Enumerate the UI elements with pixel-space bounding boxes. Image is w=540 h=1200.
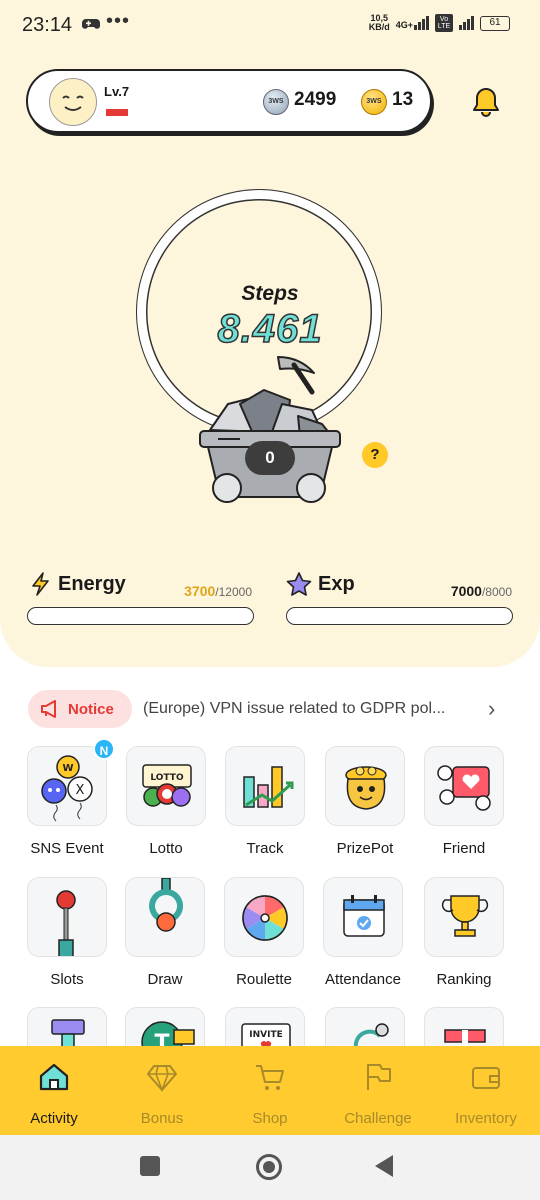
new-badge: N: [93, 738, 115, 760]
grid-label: Draw: [147, 971, 183, 988]
back-button[interactable]: [375, 1155, 393, 1177]
grid-draw[interactable]: Draw: [115, 877, 215, 988]
exp-bar: [286, 607, 513, 625]
profile-bar[interactable]: Lv.7 3WS 2499 3WS 13: [26, 69, 432, 133]
friend-heart-icon: [437, 765, 491, 811]
grid-label: SNS Event: [30, 840, 104, 857]
sns-event-tile[interactable]: W X: [27, 746, 107, 826]
home-button[interactable]: [256, 1154, 282, 1180]
avatar[interactable]: [49, 78, 97, 126]
volte-icon: Vo LTE: [435, 14, 453, 32]
roulette-wheel-icon: [242, 895, 288, 941]
notice-button[interactable]: Notice: [28, 690, 132, 728]
calendar-check-icon: [343, 895, 385, 937]
grid-ranking[interactable]: Ranking: [414, 877, 514, 988]
claw-icon: [149, 878, 184, 932]
slot-lever-icon: [56, 890, 76, 956]
gold-coin-count: 13: [392, 89, 414, 110]
grid-track[interactable]: Track: [215, 746, 315, 857]
attendance-tile[interactable]: [323, 877, 403, 957]
silver-coin-count: 2499: [294, 89, 337, 110]
signal-icon-2: [459, 16, 474, 30]
nav-activity[interactable]: Activity: [0, 1046, 108, 1135]
nav-bonus[interactable]: Bonus: [108, 1046, 216, 1135]
grid-attendance[interactable]: Attendance: [313, 877, 413, 988]
diamond-icon: [147, 1065, 177, 1092]
energy-bar: [27, 607, 254, 625]
status-right: 10,5 KB/d 4G+ Vo LTE 61: [369, 14, 510, 32]
track-tile[interactable]: [225, 746, 305, 826]
grid-slots[interactable]: Slots: [17, 877, 117, 988]
cart-count: 0: [245, 441, 295, 475]
star-icon: [286, 572, 312, 596]
grid-label: PrizePot: [336, 840, 394, 857]
grid-prizepot[interactable]: PrizePot: [315, 746, 415, 857]
svg-text:INVITE: INVITE: [249, 1030, 282, 1040]
grid-label: Track: [246, 840, 284, 857]
wallet-icon: [472, 1067, 500, 1089]
lightning-icon: [32, 572, 49, 596]
megaphone-icon: [41, 700, 56, 718]
gamepad-icon: [82, 19, 100, 29]
svg-text:W: W: [62, 763, 73, 774]
lotto-icon: LOTTO: [142, 764, 192, 807]
exp-label: Exp: [286, 572, 355, 596]
bottom-nav: Activity Bonus Shop Challenge Inventory: [0, 1046, 540, 1135]
status-more-icon: •••: [106, 10, 131, 32]
system-nav-bar: [0, 1135, 540, 1200]
slots-tile[interactable]: [27, 877, 107, 957]
grid-label: Lotto: [149, 840, 183, 857]
grid-friend[interactable]: Friend: [414, 746, 514, 857]
mine-cart-icon[interactable]: [190, 352, 350, 507]
help-icon[interactable]: ?: [362, 442, 388, 468]
prize-pot-icon: [345, 766, 387, 810]
gold-coin-icon: 3WS: [361, 89, 387, 115]
steps-value: 8.461: [217, 306, 323, 352]
country-flag-icon: [106, 109, 128, 116]
hero-panel: Lv.7 3WS 2499 3WS 13 Steps 8.461 0 ? Ene…: [0, 52, 540, 667]
status-bar: 23:14 ••• 10,5 KB/d 4G+ Vo LTE 61: [0, 0, 540, 52]
smiley-avatar-icon: [62, 95, 84, 111]
nav-challenge[interactable]: Challenge: [324, 1046, 432, 1135]
sns-event-icon: W X: [41, 755, 93, 822]
grid-label: Friend: [442, 840, 486, 857]
grid-label: Ranking: [436, 971, 492, 988]
user-level: Lv.7: [104, 84, 130, 99]
silver-coin-icon: 3WS: [263, 89, 289, 115]
flag-icon: [367, 1064, 391, 1090]
track-chart-icon: [243, 766, 294, 808]
grid-lotto[interactable]: LOTTO Lotto: [116, 746, 216, 857]
steps-label: Steps: [241, 282, 299, 305]
svg-text:LOTTO: LOTTO: [150, 773, 184, 783]
notice-text[interactable]: (Europe) VPN issue related to GDPR pol..…: [143, 700, 445, 718]
friend-tile[interactable]: [424, 746, 504, 826]
grid-label: Roulette: [236, 971, 292, 988]
exp-value: 7000/8000: [450, 583, 512, 599]
status-time: 23:14: [22, 14, 73, 36]
bell-icon[interactable]: [471, 86, 501, 118]
grid-label: Slots: [50, 971, 84, 988]
grid-label: Attendance: [325, 971, 401, 988]
energy-label: Energy: [30, 572, 126, 596]
trophy-icon: [441, 895, 489, 937]
grid-sns-event[interactable]: W X SNS Event: [17, 746, 117, 857]
chevron-right-icon[interactable]: ›: [488, 696, 495, 722]
energy-value: 3700/12000: [184, 583, 252, 599]
grid-roulette[interactable]: Roulette: [214, 877, 314, 988]
network-speed: 10,5 KB/d: [368, 13, 390, 32]
ranking-tile[interactable]: [424, 877, 504, 957]
draw-tile[interactable]: [125, 877, 205, 957]
prizepot-tile[interactable]: [325, 746, 405, 826]
cart-icon: [256, 1065, 284, 1090]
nav-shop[interactable]: Shop: [216, 1046, 324, 1135]
home-icon: [39, 1063, 69, 1091]
signal-icon: 4G+: [396, 16, 429, 30]
svg-text:X: X: [76, 783, 85, 798]
lotto-tile[interactable]: LOTTO: [126, 746, 206, 826]
nav-inventory[interactable]: Inventory: [432, 1046, 540, 1135]
roulette-tile[interactable]: [224, 877, 304, 957]
recent-apps-button[interactable]: [140, 1156, 160, 1176]
battery-icon: 61: [480, 15, 510, 31]
